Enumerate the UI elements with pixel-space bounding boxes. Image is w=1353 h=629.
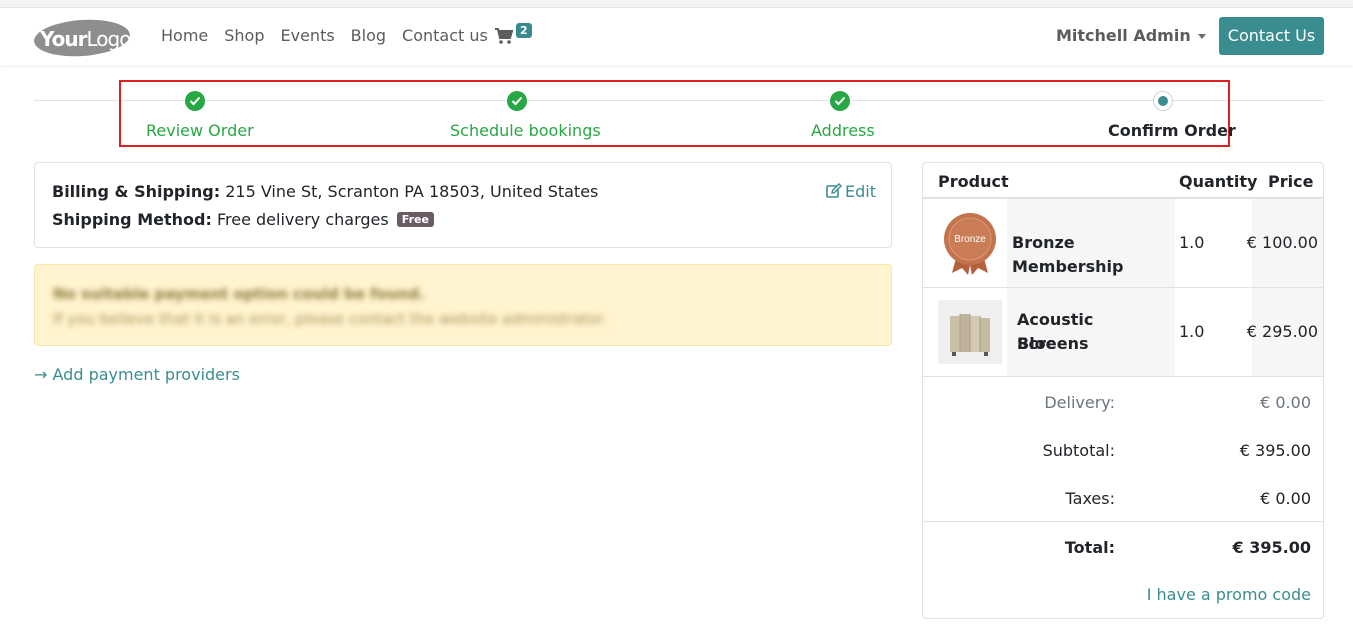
delivery-label: Delivery:	[1044, 393, 1115, 412]
step-review-order[interactable]: Review Order	[146, 121, 254, 140]
nav-shop[interactable]: Shop	[224, 26, 264, 45]
col-price: Price	[1268, 172, 1314, 191]
step-review-check-icon	[185, 91, 205, 111]
product-name-cell: Bronze Membership	[1007, 199, 1175, 287]
alert-message: If you believe that it is an error, plea…	[53, 310, 608, 328]
delivery-value: € 0.00	[1260, 393, 1311, 412]
payment-warning-alert: No suitable payment option could be foun…	[34, 264, 892, 346]
subtotal-label: Subtotal:	[1042, 441, 1115, 460]
free-badge: Free	[396, 212, 434, 227]
logo-text: YourLogo	[40, 27, 131, 51]
product-price: € 100.00	[1246, 233, 1318, 252]
edit-address-link[interactable]: Edit	[826, 182, 876, 201]
step-schedule-check-icon	[507, 91, 527, 111]
product-name-cell: Acoustic Bloc Screens	[1007, 288, 1175, 376]
step-confirm-order: Confirm Order	[1108, 121, 1236, 140]
site-logo[interactable]: YourLogo	[32, 16, 131, 60]
step-confirm-current-icon	[1153, 91, 1173, 111]
shipping-row: Shipping Method: Free delivery charges F…	[52, 210, 434, 229]
nav-events[interactable]: Events	[281, 26, 335, 45]
caret-down-icon	[1197, 34, 1206, 39]
svg-text:Bronze: Bronze	[954, 234, 986, 245]
subtotal-value: € 395.00	[1239, 441, 1311, 460]
summary-header: Product Quantity Price	[923, 163, 1323, 199]
contact-us-button[interactable]: Contact Us	[1219, 17, 1324, 55]
bronze-membership-image: Bronze	[938, 211, 1002, 275]
checkout-steps-highlight	[119, 80, 1230, 147]
edit-icon	[826, 183, 842, 198]
total-divider	[923, 521, 1323, 522]
billing-shipping-card: Billing & Shipping: 215 Vine St, Scranto…	[34, 162, 892, 248]
billing-label: Billing & Shipping:	[52, 182, 221, 201]
billing-row: Billing & Shipping: 215 Vine St, Scranto…	[52, 182, 598, 201]
nav-blog[interactable]: Blog	[351, 26, 386, 45]
promo-code-link[interactable]: I have a promo code	[1147, 585, 1311, 604]
product-price: € 295.00	[1246, 322, 1318, 341]
acoustic-bloc-screens-image	[938, 300, 1002, 364]
alert-title: No suitable payment option could be foun…	[53, 285, 425, 303]
cart-count-badge: 2	[516, 23, 532, 38]
order-summary: Product Quantity Price Bronze Bronze Mem…	[922, 162, 1324, 619]
step-address-check-icon	[830, 91, 850, 111]
nav-home[interactable]: Home	[161, 26, 208, 45]
edit-label: Edit	[845, 182, 876, 201]
site-header: YourLogo Home Shop Events Blog Contact u…	[0, 8, 1353, 65]
table-row: Acoustic Bloc Screens 1.0 € 295.00	[923, 288, 1323, 377]
step-schedule-bookings[interactable]: Schedule bookings	[450, 121, 601, 140]
col-quantity: Quantity	[1179, 172, 1258, 191]
billing-address: 215 Vine St, Scranton PA 18503, United S…	[225, 182, 599, 201]
product-quantity: 1.0	[1179, 233, 1205, 252]
cart-button[interactable]: 2	[494, 23, 534, 49]
add-payment-providers-link[interactable]: → Add payment providers	[34, 365, 240, 384]
product-quantity: 1.0	[1179, 322, 1205, 341]
total-label: Total:	[1064, 538, 1115, 557]
step-address[interactable]: Address	[811, 121, 875, 140]
total-value: € 395.00	[1232, 538, 1311, 557]
taxes-value: € 0.00	[1260, 489, 1311, 508]
shipping-method: Free delivery charges	[216, 210, 389, 229]
nav-contact-us[interactable]: Contact us	[402, 26, 488, 45]
product-name[interactable]: Bronze Membership	[1012, 231, 1175, 279]
shipping-label: Shipping Method:	[52, 210, 212, 229]
col-product: Product	[938, 172, 1009, 191]
user-name: Mitchell Admin	[1056, 26, 1191, 45]
table-row: Bronze Bronze Membership 1.0 € 100.00	[923, 199, 1323, 288]
product-price-cell: € 100.00	[1247, 199, 1323, 287]
taxes-label: Taxes:	[1065, 489, 1115, 508]
cart-icon	[495, 28, 514, 44]
product-price-cell: € 295.00	[1247, 288, 1323, 376]
arrow-right-icon: →	[34, 365, 48, 384]
add-payment-providers-label: Add payment providers	[52, 365, 240, 384]
browser-top-strip	[0, 0, 1353, 8]
user-menu[interactable]: Mitchell Admin	[1056, 26, 1206, 45]
main-nav: Home Shop Events Blog Contact us	[161, 26, 504, 45]
